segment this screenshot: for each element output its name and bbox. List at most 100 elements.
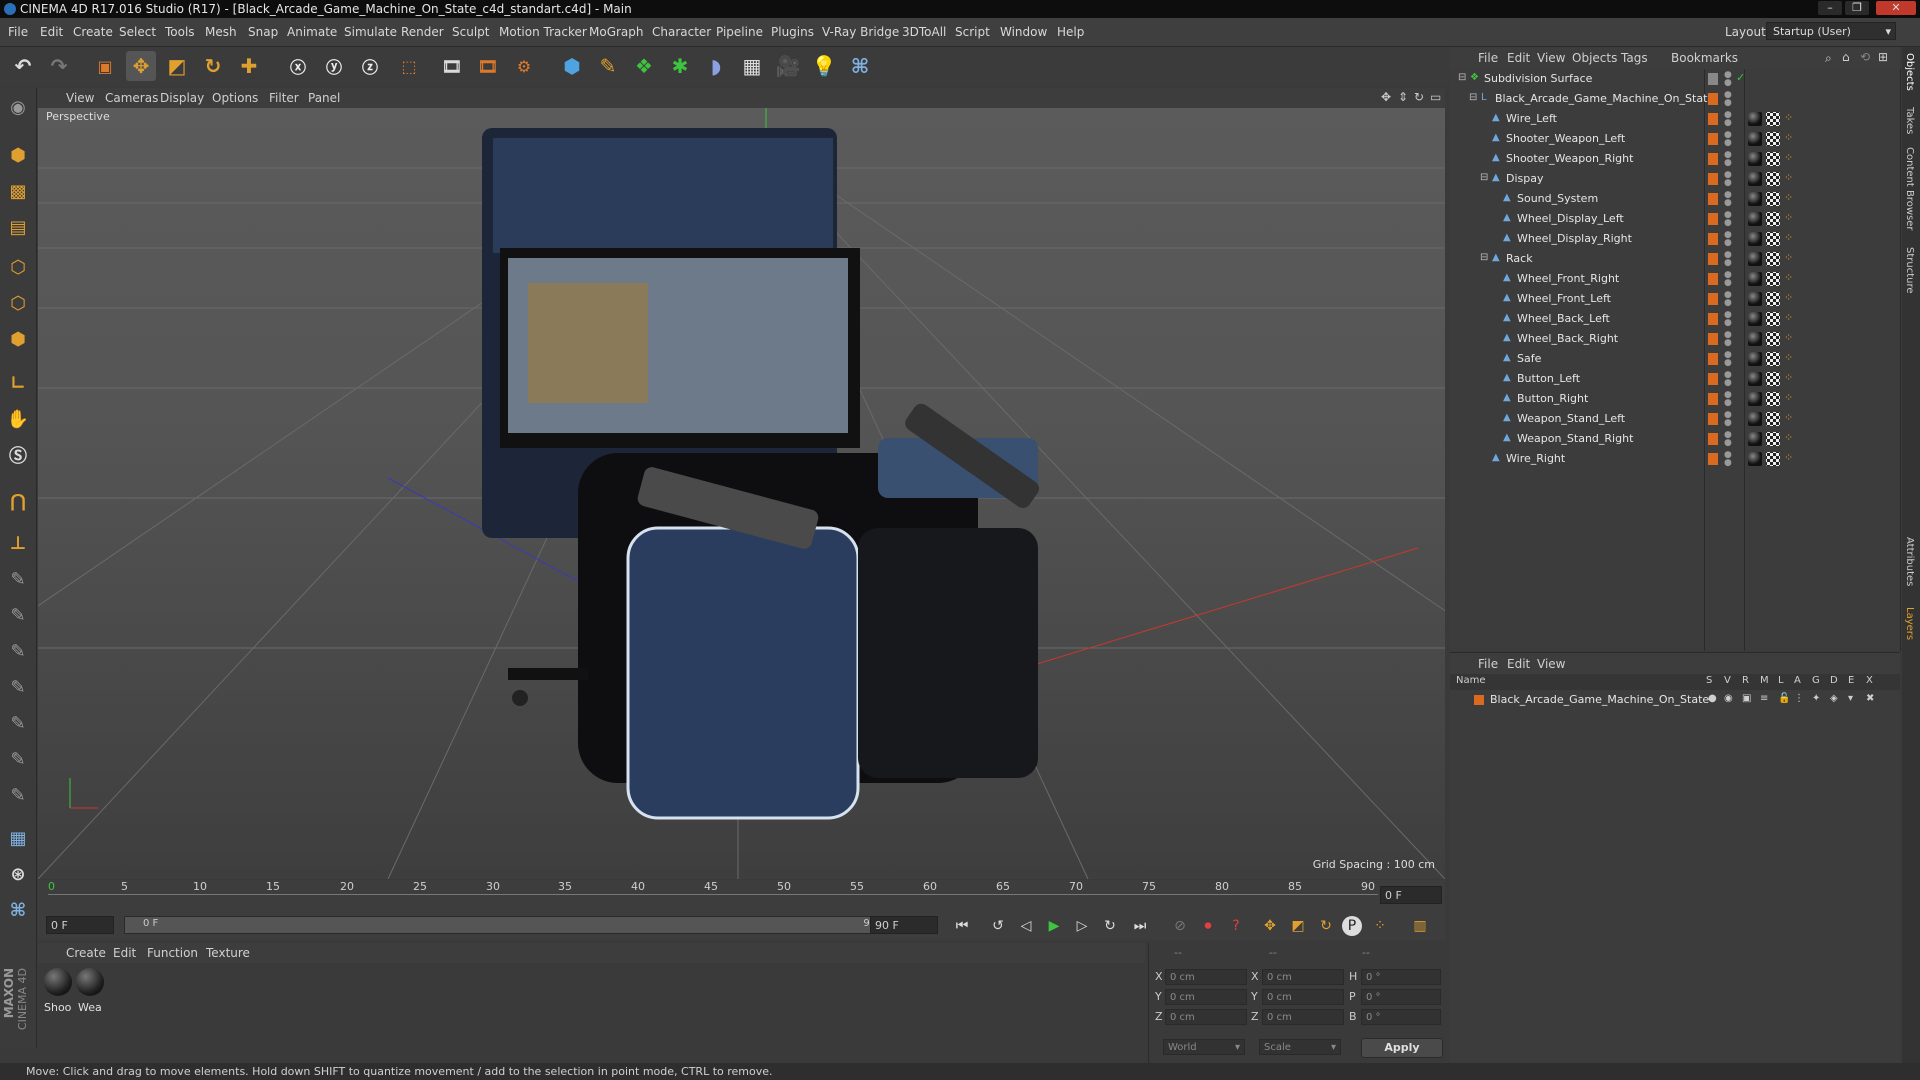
uvw-tag-icon[interactable] (1766, 132, 1780, 146)
viewport-menu-display[interactable]: Display (160, 88, 204, 108)
make-editable-icon[interactable]: ◉ (3, 92, 33, 122)
new-view-icon[interactable]: ⊞ (1878, 50, 1888, 64)
uvw-tag-icon[interactable] (1766, 152, 1780, 166)
object-row[interactable]: ▲ Button_Right ● ● ⁘ (1450, 389, 1900, 409)
phong-tag-icon[interactable]: ⁘ (1784, 191, 1793, 204)
render-view-icon[interactable]: 🎞 (437, 51, 467, 81)
material-tag-icon[interactable] (1748, 152, 1762, 166)
iron-tool-icon[interactable]: ✎ (3, 780, 33, 810)
visibility-dots-icon[interactable]: ● ● (1724, 91, 1732, 108)
timeline-window-icon[interactable]: ▥ (1408, 914, 1432, 938)
texture-mode-icon[interactable]: ▩ (3, 176, 33, 206)
material-tag-icon[interactable] (1748, 132, 1762, 146)
material-tag-icon[interactable] (1748, 232, 1762, 246)
extrude-tool-icon[interactable]: ✎ (3, 672, 33, 702)
object-name[interactable]: Wire_Left (1506, 109, 1557, 129)
layer-color-swatch[interactable] (1708, 113, 1718, 125)
y-axis-lock-icon[interactable]: ⓨ (319, 51, 349, 81)
go-to-end-icon[interactable]: ⏭ (1128, 914, 1152, 938)
visibility-dots-icon[interactable]: ● ● (1724, 331, 1732, 348)
layer-menu-view[interactable]: View (1537, 653, 1565, 675)
material-tag-icon[interactable] (1748, 332, 1762, 346)
bevel-tool-icon[interactable]: ✎ (3, 708, 33, 738)
viewport-zoom-icon[interactable]: ⇕ (1398, 90, 1408, 104)
phong-tag-icon[interactable]: ⁘ (1784, 451, 1793, 464)
uvw-tag-icon[interactable] (1766, 272, 1780, 286)
object-row[interactable]: ▲ Wheel_Back_Left ● ● ⁘ (1450, 309, 1900, 329)
layer-color-swatch[interactable] (1474, 695, 1484, 705)
menu-create[interactable]: Create (73, 18, 113, 46)
visibility-dots-icon[interactable]: ● ● (1724, 251, 1732, 268)
layer-render-icon[interactable]: ▣ (1742, 693, 1751, 704)
material-tag-icon[interactable] (1748, 292, 1762, 306)
checkerboard-icon[interactable]: ▦ (3, 823, 33, 853)
object-row[interactable]: ▲ Safe ● ● ⁘ (1450, 349, 1900, 369)
apply-button[interactable]: Apply (1361, 1038, 1443, 1058)
material-tag-icon[interactable] (1748, 192, 1762, 206)
layer-color-swatch[interactable] (1708, 93, 1718, 105)
python-icon[interactable]: ⌘ (845, 51, 875, 81)
material-label[interactable]: Wea (78, 1001, 102, 1014)
object-row[interactable]: ▲ Weapon_Stand_Left ● ● ⁘ (1450, 409, 1900, 429)
previous-frame-icon[interactable]: ◁ (1014, 914, 1038, 938)
layer-color-swatch[interactable] (1708, 373, 1718, 385)
cloner-icon[interactable]: ✱ (665, 51, 695, 81)
visibility-dots-icon[interactable]: ● ● (1724, 111, 1732, 128)
uvw-tag-icon[interactable] (1766, 232, 1780, 246)
light-icon[interactable]: 💡 (809, 51, 839, 81)
menu-animate[interactable]: Animate (287, 18, 337, 46)
material-menu-texture[interactable]: Texture (206, 943, 250, 963)
object-name[interactable]: Wheel_Back_Right (1517, 329, 1618, 349)
key-position-icon[interactable]: ✥ (1258, 914, 1282, 938)
phong-tag-icon[interactable]: ⁘ (1784, 351, 1793, 364)
object-name[interactable]: Shooter_Weapon_Left (1506, 129, 1625, 149)
uvw-tag-icon[interactable] (1766, 412, 1780, 426)
material-tag-icon[interactable] (1748, 312, 1762, 326)
tab-objects[interactable]: Objects (1904, 53, 1915, 91)
uvw-tag-icon[interactable] (1766, 212, 1780, 226)
deformer-icon[interactable]: ◗ (701, 51, 731, 81)
phong-tag-icon[interactable]: ⁘ (1784, 311, 1793, 324)
magnet-icon[interactable]: ⋂ (3, 486, 33, 516)
object-menu-file[interactable]: File (1478, 47, 1498, 69)
layer-color-swatch[interactable] (1708, 333, 1718, 345)
object-row[interactable]: ⊟ ▲ Dispay ● ● ⁘ (1450, 169, 1900, 189)
rot-h-field[interactable]: 0 ° (1361, 969, 1441, 985)
edges-mode-icon[interactable]: ⬡ (3, 288, 33, 318)
viewport-menu-filter[interactable]: Filter (269, 88, 299, 108)
menu-script[interactable]: Script (955, 18, 990, 46)
size-x-field[interactable]: 0 cm (1262, 969, 1344, 985)
material-tag-icon[interactable] (1748, 412, 1762, 426)
object-name[interactable]: Subdivision Surface (1484, 69, 1592, 89)
points-mode-icon[interactable]: ⬡ (3, 252, 33, 282)
layer-color-swatch[interactable] (1708, 413, 1718, 425)
snap-icon[interactable]: Ⓢ (3, 440, 33, 470)
polygons-mode-icon[interactable]: ⬢ (3, 324, 33, 354)
menu-window[interactable]: Window (1000, 18, 1047, 46)
restore-button[interactable]: ❐ (1845, 1, 1869, 15)
object-row[interactable]: ⊟ L Black_Arcade_Game_Machine_On_State ● ● (1450, 89, 1900, 109)
material-menu-create[interactable]: Create (66, 943, 106, 963)
phong-tag-icon[interactable]: ⁘ (1784, 131, 1793, 144)
uvw-tag-icon[interactable] (1766, 292, 1780, 306)
3d-viewport[interactable]: Perspective Grid Spacing : 100 cm (38, 108, 1445, 879)
object-name[interactable]: Wheel_Front_Right (1517, 269, 1619, 289)
layer-color-swatch[interactable] (1708, 433, 1718, 445)
material-tag-icon[interactable] (1748, 172, 1762, 186)
coordinate-mode-select[interactable]: World ▾ (1163, 1039, 1245, 1055)
phong-tag-icon[interactable]: ⁘ (1784, 291, 1793, 304)
tab-content-browser[interactable]: Content Browser (1904, 147, 1915, 230)
menu-plugins[interactable]: Plugins (771, 18, 814, 46)
object-name[interactable]: Weapon_Stand_Right (1517, 429, 1633, 449)
viewport-rotate-icon[interactable]: ↻ (1414, 90, 1424, 104)
next-key-icon[interactable]: ↻ (1098, 914, 1122, 938)
pos-z-field[interactable]: 0 cm (1165, 1009, 1247, 1025)
collapse-toggle-icon[interactable]: ⊟ (1480, 172, 1488, 183)
layer-solo-icon[interactable]: ● (1708, 693, 1717, 704)
layer-color-swatch[interactable] (1708, 73, 1718, 85)
layer-color-swatch[interactable] (1708, 353, 1718, 365)
tab-attributes[interactable]: Attributes (1904, 537, 1915, 586)
menu-file[interactable]: File (8, 18, 28, 46)
menu-edit[interactable]: Edit (40, 18, 63, 46)
z-axis-lock-icon[interactable]: ⓩ (355, 51, 385, 81)
